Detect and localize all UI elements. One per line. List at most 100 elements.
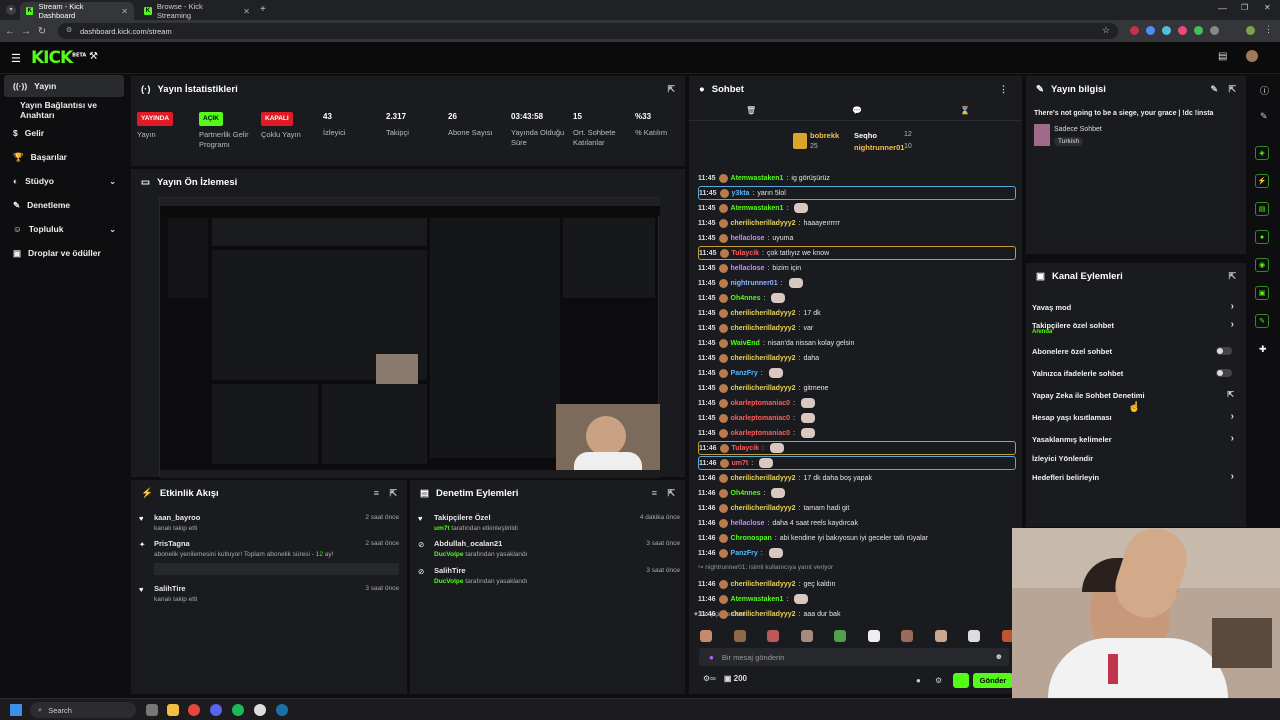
add-widget-icon[interactable]: ✚ <box>1259 344 1267 355</box>
message-username[interactable]: Oh4nnes <box>731 490 761 497</box>
obs-icon[interactable] <box>254 704 266 716</box>
message-username[interactable]: cherilicherilladyyy2 <box>731 220 796 227</box>
chat-message[interactable]: 11:46 cherilicherilladyyy2: geç kaldın <box>698 577 1016 591</box>
popout-icon[interactable]: ⇱ <box>667 84 675 95</box>
emote-image[interactable] <box>934 630 947 642</box>
chat-message[interactable]: 11:45 cherilicherilladyyy2: var <box>698 321 1016 335</box>
activity-user[interactable]: kaan_bayroo <box>139 513 399 522</box>
toggle-switch[interactable] <box>1216 369 1232 377</box>
file-explorer-icon[interactable] <box>167 704 179 716</box>
emote-image[interactable] <box>901 630 913 642</box>
leader-name[interactable]: bobrekk <box>810 131 839 140</box>
filter-icon[interactable]: ≡ <box>652 488 657 498</box>
sidebar-item-topluluk[interactable]: ☺ Topluluk ⌄ <box>4 218 124 240</box>
sidebar-item-studyo[interactable]: ◐ Stüdyo ⌄ <box>4 170 124 192</box>
chat-message[interactable]: 11:46 Tulaycik: <box>698 441 1016 455</box>
hammer-icon[interactable]: ⚒ <box>89 51 98 62</box>
forward-icon[interactable]: → <box>18 26 34 37</box>
message-username[interactable]: Oh4nnes <box>731 295 761 302</box>
popout-icon[interactable]: ⇱ <box>389 488 397 499</box>
chat-message[interactable]: 11:46 Atemwastaken1: <box>698 592 1016 606</box>
chat-message[interactable]: 11:45 Tulaycik: çok tatlıyız we know <box>698 246 1016 260</box>
send-button[interactable]: Gönder <box>973 673 1013 688</box>
message-username[interactable]: PanzFry <box>731 370 758 377</box>
chat-message[interactable]: 11:45 hellaclose: bizim için <box>698 261 1016 275</box>
chat-message[interactable]: 11:45 cherilicherilladyyy2: haaayeırrrrr <box>698 216 1016 230</box>
emote-button[interactable] <box>953 673 969 688</box>
info-icon[interactable]: ⓘ <box>1260 84 1269 97</box>
chat-message[interactable]: 11:45 cherilicherilladyyy2: gitmene <box>698 381 1016 395</box>
bookmark-star-icon[interactable]: ☆ <box>1102 25 1110 36</box>
chat-message[interactable]: 11:46 cherilicherilladyyy2:17 dk daha boş… <box>698 471 1016 485</box>
chevron-right-icon[interactable]: › <box>1231 411 1234 422</box>
tab-search-icon[interactable]: ▾ <box>6 5 16 15</box>
emote-image[interactable] <box>867 630 880 642</box>
mic-icon[interactable]: ● <box>709 653 714 662</box>
steam-icon[interactable] <box>276 704 288 716</box>
extension-icon[interactable] <box>1162 26 1171 35</box>
chat-message[interactable]: 11:46 hellaclose: daha 4 saat reels kaydır… <box>698 516 1016 530</box>
rail-clip-icon[interactable]: ◈ <box>1255 146 1269 160</box>
gear-icon[interactable]: ⚙ <box>935 676 942 685</box>
filter-icon[interactable]: ≡ <box>374 488 379 498</box>
chat-input[interactable]: ● Bir mesaj gönderin ☻ <box>699 648 1009 666</box>
sidebar-item-denetleme[interactable]: ✎ Denetleme <box>4 194 124 216</box>
channel-action-row[interactable]: İzleyici Yönlendir <box>1032 450 1238 466</box>
channel-action-row[interactable]: Yavaş mod › <box>1032 299 1238 315</box>
inbox-icon[interactable]: ▤ <box>1218 51 1227 62</box>
chevron-right-icon[interactable]: › <box>1231 433 1234 444</box>
emote-image[interactable] <box>733 630 746 642</box>
chat-bubble-icon[interactable]: ● <box>916 676 921 685</box>
maximize-icon[interactable]: ❐ <box>1241 3 1248 12</box>
message-username[interactable]: hellaclose <box>731 235 765 242</box>
popout-icon[interactable]: ⇱ <box>1228 84 1236 95</box>
message-username[interactable]: cherilicherilladyyy2 <box>731 475 796 482</box>
rail-wrench-icon[interactable]: ✎ <box>1255 314 1269 328</box>
chat-message[interactable]: 11:45 okarleptomaniac0: <box>698 426 1016 440</box>
message-username[interactable]: Atemwastaken1 <box>731 205 784 212</box>
profile-avatar[interactable] <box>1246 26 1255 35</box>
rail-document-icon[interactable]: ▤ <box>1255 202 1269 216</box>
edit-icon[interactable]: ✎ <box>1210 84 1218 95</box>
mod-actor[interactable]: DucVolpe <box>434 578 464 585</box>
leader-name[interactable]: Seqho <box>854 131 877 140</box>
message-username[interactable]: hellaclose <box>731 265 765 272</box>
message-username[interactable]: nightrunner01 <box>731 280 778 287</box>
chat-message[interactable]: 11:46 PanzFry: <box>698 546 1016 560</box>
message-username[interactable]: Atemwastaken1 <box>731 596 784 603</box>
channel-action-row[interactable]: Takipçilere özel sohbet Anında › <box>1032 317 1238 335</box>
message-username[interactable]: okarleptomaniac0 <box>731 430 791 437</box>
message-username[interactable]: cherilicherilladyyy2 <box>731 310 796 317</box>
chat-message[interactable]: 11:45 nightrunner01: <box>698 276 1016 290</box>
rail-channel-icon[interactable]: ▣ <box>1255 286 1269 300</box>
tab-kick-browse[interactable]: K Browse - Kick Streaming ✕ <box>138 2 256 20</box>
chat-message[interactable]: 11:46 Chronospan: abi kendine iyi bakıyosu… <box>698 531 1016 545</box>
chat-message[interactable]: 11:46 um7t: <box>698 456 1016 470</box>
leader-name[interactable]: nightrunner01 <box>854 143 904 152</box>
more-options-icon[interactable]: ⋮ <box>999 84 1008 95</box>
browser-menu-icon[interactable]: ⋮ <box>1264 24 1273 35</box>
address-bar[interactable]: ⚙ dashboard.kick.com/stream ☆ <box>58 23 1118 39</box>
message-username[interactable]: Tulaycik <box>732 250 760 257</box>
message-username[interactable]: cherilicherilladyyy2 <box>731 325 796 332</box>
message-username[interactable]: cherilicherilladyyy2 <box>731 611 796 618</box>
hourglass-icon[interactable]: ⌛ <box>960 106 970 115</box>
emote-image[interactable] <box>834 630 846 642</box>
channel-action-row[interactable]: Hedefleri belirleyin › <box>1032 469 1238 485</box>
mod-action-title[interactable]: Abdullah_ocalan21 <box>418 539 680 548</box>
trash-icon[interactable]: 🗑 <box>746 106 756 115</box>
kick-logo[interactable]: KICKBETA <box>31 48 86 68</box>
chrome-icon[interactable] <box>188 704 200 716</box>
minimize-icon[interactable]: — <box>1218 3 1227 13</box>
chat-message[interactable]: 11:45 cherilicherilladyyy2: daha <box>698 351 1016 365</box>
mod-action-title[interactable]: SalihTire <box>418 566 680 575</box>
chat-message[interactable]: 11:46 cherilicherilladyyy2: aaa dur bak <box>698 607 1016 621</box>
message-username[interactable]: Chronospan <box>731 535 772 542</box>
edit-icon[interactable]: ✎ <box>1260 111 1268 122</box>
chat-message[interactable]: 11:46 cherilicherilladyyy2: tamam hadi git <box>698 501 1016 515</box>
chat-message[interactable]: 11:45 hellaclose: uyuma <box>698 231 1016 245</box>
sidebar-item-yayin[interactable]: ((·)) Yayın <box>4 75 124 97</box>
reload-icon[interactable]: ↻ <box>34 26 50 37</box>
chat-message[interactable]: 11:45 WaivEnd: nisan'da nissan kolay gelsi… <box>698 336 1016 350</box>
sidebar-item-stream-key[interactable]: Yayın Bağlantısı ve Anahtarı <box>4 99 124 121</box>
